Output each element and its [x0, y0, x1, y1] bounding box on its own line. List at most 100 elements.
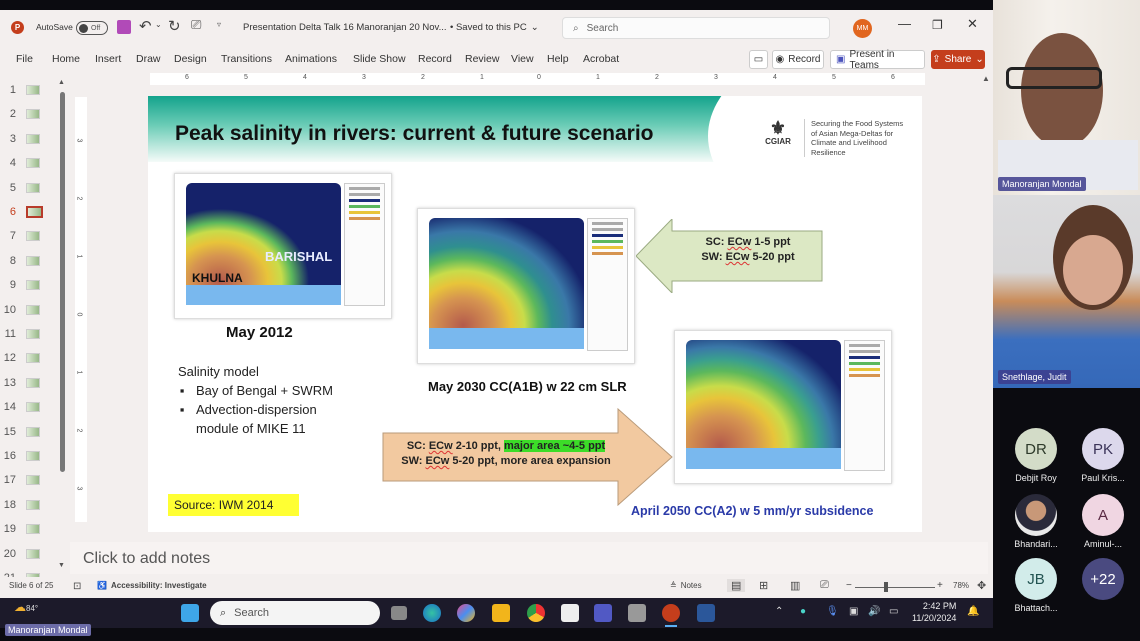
windows-start-icon[interactable] — [181, 604, 199, 622]
video-tile-presenter[interactable]: Manoranjan Mondal — [993, 0, 1140, 195]
slide-thumbnail[interactable]: 16 — [0, 446, 60, 466]
chrome-icon[interactable] — [527, 604, 545, 622]
present-in-teams-button[interactable]: ▣ Present in Teams — [830, 49, 925, 71]
thumbnail-scrollbar[interactable]: ▲ ▼ — [58, 79, 66, 572]
close-button[interactable]: ✕ — [967, 16, 978, 32]
user-avatar[interactable]: MM — [853, 19, 872, 38]
tab-draw[interactable]: Draw — [136, 53, 161, 65]
slide-thumbnail[interactable]: 8 — [0, 251, 60, 271]
participant-tile[interactable]: Bhandari... — [1006, 494, 1066, 549]
tab-review[interactable]: Review — [465, 53, 499, 65]
salinity-map-2050[interactable] — [674, 330, 892, 484]
slide-canvas[interactable]: Peak salinity in rivers: current & futur… — [148, 96, 922, 532]
participant-tile[interactable]: JB Bhattach... — [1006, 558, 1066, 613]
customize-toolbar-icon[interactable]: ▿ — [217, 20, 221, 29]
participant-tile[interactable]: A Aminul-... — [1073, 494, 1133, 549]
salinity-map-2030[interactable] — [417, 208, 635, 364]
tab-slide-show[interactable]: Slide Show — [353, 53, 406, 65]
system-clock[interactable]: 2:42 PM 11/20/2024 — [912, 600, 956, 624]
tab-record[interactable]: Record — [418, 53, 452, 65]
autosave-toggle[interactable]: Off — [76, 21, 108, 35]
slide-thumbnail[interactable]: 17 — [0, 470, 60, 490]
reading-view-button[interactable]: ▥ — [790, 579, 800, 592]
comments-button[interactable]: ▭ — [749, 50, 768, 69]
tab-view[interactable]: View — [511, 53, 534, 65]
edge-icon[interactable] — [423, 604, 441, 622]
slide-thumbnail[interactable]: 14 — [0, 397, 60, 417]
slide-thumbnail[interactable]: 2 — [0, 104, 60, 124]
slide-thumbnail[interactable]: 9 — [0, 275, 60, 295]
taskbar-search[interactable]: ⌕ Search — [210, 601, 380, 625]
undo-icon[interactable]: ↶ — [139, 17, 152, 35]
record-button[interactable]: ◉ Record — [772, 50, 824, 69]
zoom-slider[interactable] — [855, 587, 935, 588]
present-from-start-icon[interactable]: ⎚ — [191, 17, 201, 33]
task-view-icon[interactable] — [391, 606, 407, 620]
normal-view-button[interactable]: ▤ — [727, 579, 746, 592]
powerpoint-taskbar-icon[interactable] — [662, 604, 680, 622]
slide-thumbnail[interactable]: 12 — [0, 348, 60, 368]
participant-tile[interactable]: +22 — [1073, 558, 1133, 603]
tab-design[interactable]: Design — [174, 53, 207, 65]
accessibility-button[interactable]: ♿ Accessibility: Investigate — [97, 581, 207, 590]
microphone-icon[interactable]: 🎙 — [826, 606, 839, 617]
zoom-level[interactable]: 78% — [953, 581, 969, 590]
copilot-icon[interactable] — [457, 604, 475, 622]
slide-thumbnail[interactable]: 1 — [0, 80, 60, 100]
slide-thumbnail[interactable]: 5 — [0, 178, 60, 198]
slide-title[interactable]: Peak salinity in rivers: current & futur… — [175, 122, 654, 146]
scenario-arrow-2050[interactable]: SC: ECw 2-10 ppt, major area ~4-5 ppt SW… — [382, 408, 674, 506]
scroll-up-icon[interactable]: ▲ — [58, 79, 65, 86]
teams-icon[interactable] — [594, 604, 612, 622]
notes-button[interactable]: ≜ Notes — [670, 581, 702, 590]
zoom-slider-thumb[interactable] — [884, 582, 888, 592]
tab-acrobat[interactable]: Acrobat — [583, 53, 619, 65]
tab-insert[interactable]: Insert — [95, 53, 121, 65]
slide-thumbnail[interactable]: 15 — [0, 422, 60, 442]
zoom-in-button[interactable]: + — [937, 580, 943, 591]
video-tile-participant[interactable]: Snethlage, Judit — [993, 195, 1140, 388]
participant-tile[interactable]: PK Paul Kris... — [1073, 428, 1133, 483]
participant-tile[interactable]: DR Debjit Roy — [1006, 428, 1066, 483]
slide-thumbnail[interactable]: 10 — [0, 300, 60, 320]
slide-thumbnail[interactable]: 19 — [0, 519, 60, 539]
show-hidden-icons[interactable]: ⌃ — [775, 606, 783, 617]
tray-app-icon[interactable]: ● — [800, 606, 806, 617]
minimize-button[interactable]: — — [898, 16, 911, 31]
scroll-down-icon[interactable]: ▼ — [58, 562, 65, 569]
salinity-map-2012[interactable]: KHULNA BARISHAL — [174, 173, 392, 319]
weather-widget[interactable]: ☁84° — [14, 600, 38, 614]
tab-file[interactable]: File — [16, 53, 33, 65]
save-status[interactable]: • Saved to this PC ⌄ — [450, 22, 539, 33]
word-icon[interactable] — [697, 604, 715, 622]
battery-icon[interactable]: ▭ — [889, 606, 898, 617]
search-input[interactable]: ⌕ Search — [562, 17, 830, 39]
scroll-up-icon[interactable]: ▲ — [982, 74, 990, 83]
slide-thumbnail[interactable]: 20 — [0, 544, 60, 564]
slide-thumbnail[interactable]: 3 — [0, 129, 60, 149]
source-label[interactable]: Source: IWM 2014 — [168, 494, 299, 516]
slide-thumbnail[interactable]: 6 — [0, 202, 60, 222]
notes-input[interactable]: Click to add notes — [70, 542, 988, 574]
fit-to-window-icon[interactable]: ✥ — [977, 579, 986, 592]
slideshow-button[interactable]: ⎚ — [820, 579, 829, 592]
app-icon[interactable] — [628, 604, 646, 622]
scrollbar-thumb[interactable] — [60, 92, 65, 472]
undo-dropdown-icon[interactable]: ⌄ — [155, 20, 162, 29]
scenario-arrow-2030[interactable]: SC: ECw 1-5 ppt SW: ECw 5-20 ppt — [636, 219, 824, 293]
tab-animations[interactable]: Animations — [285, 53, 337, 65]
restore-button[interactable]: ❐ — [932, 18, 943, 32]
slide-thumbnail[interactable]: 13 — [0, 373, 60, 393]
slide-thumbnail[interactable]: 7 — [0, 226, 60, 246]
slide-thumbnail[interactable]: 11 — [0, 324, 60, 344]
spell-check-icon[interactable]: ⊡ — [73, 581, 81, 592]
tab-transitions[interactable]: Transitions — [221, 53, 272, 65]
redo-icon[interactable]: ↻ — [168, 17, 181, 35]
slide-sorter-button[interactable]: ⊞ — [759, 579, 768, 592]
file-explorer-icon[interactable] — [492, 604, 510, 622]
save-icon[interactable] — [117, 20, 131, 34]
tab-home[interactable]: Home — [52, 53, 80, 65]
store-icon[interactable] — [561, 604, 579, 622]
tab-help[interactable]: Help — [547, 53, 569, 65]
slide-thumbnail[interactable]: 18 — [0, 495, 60, 515]
